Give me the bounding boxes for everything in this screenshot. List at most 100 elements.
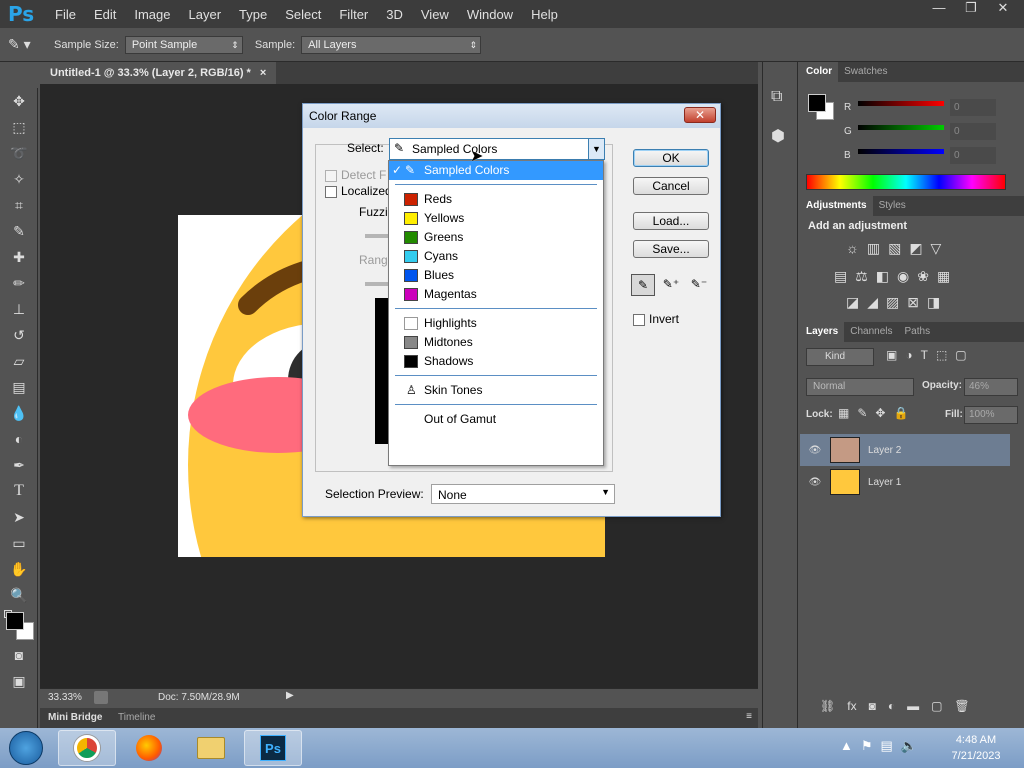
restore-button[interactable]: ❐ [958,0,984,18]
channel-g-slider[interactable] [858,125,944,130]
invert-adjustment-icon[interactable]: ◪ [846,294,859,311]
subtract-from-sample-icon[interactable]: ✎⁻ [687,274,711,296]
photo-filter-icon[interactable]: ◉ [897,268,909,285]
tab-mini-bridge[interactable]: Mini Bridge [48,712,102,723]
clock[interactable]: 4:48 AM 7/21/2023 [938,732,1014,764]
select-dropdown[interactable]: ✎ Sampled Colors ▼ [389,138,605,160]
eyedropper-button-icon[interactable]: ✎ [631,274,655,296]
filter-smart-object-icon[interactable]: ▢ [955,348,966,362]
dropdown-item-reds[interactable]: Reds [389,190,603,209]
gradient-map-icon[interactable]: ⊠ [907,294,919,311]
dodge-tool-icon[interactable]: ◐ [0,426,38,452]
lasso-tool-icon[interactable]: ➰ [0,140,38,166]
opacity-field[interactable]: 46% [964,378,1018,396]
lock-pixels-icon[interactable]: ✎ [857,406,867,420]
color-lookup-icon[interactable]: ▦ [937,268,950,285]
channel-b-slider[interactable] [858,149,944,154]
history-panel-icon[interactable]: ⧉ [771,88,782,106]
delete-layer-icon[interactable]: 🗑 [954,699,969,713]
dropdown-item-shadows[interactable]: Shadows [389,352,603,371]
menu-edit[interactable]: Edit [85,7,125,22]
selection-preview-select[interactable]: None ▼ [431,484,615,504]
sample-size-select[interactable]: Point Sample [124,35,243,54]
dropdown-item-highlights[interactable]: Highlights [389,314,603,333]
3d-panel-icon[interactable]: ⬢ [771,126,785,146]
layer-row-layer-2[interactable]: 👁 Layer 2 [800,434,1010,466]
posterize-icon[interactable]: ◢ [867,294,878,311]
vibrance-icon[interactable]: ▽ [931,240,942,257]
channel-r-value[interactable]: 0 [950,99,996,116]
dropdown-item-out-of-gamut[interactable]: Out of Gamut [389,410,603,429]
brush-tool-icon[interactable]: ✏ [0,270,38,296]
tab-styles[interactable]: Styles [873,196,912,216]
link-layers-icon[interactable]: ⛓ [820,699,835,713]
show-hidden-icons-icon[interactable]: ▲ [840,738,853,754]
clone-stamp-tool-icon[interactable]: ⊥ [0,296,38,322]
menu-view[interactable]: View [412,7,458,22]
eyedropper-preset-icon[interactable]: ✎ ▾ [8,36,48,53]
zoom-level[interactable]: 33.33% [48,692,82,703]
menu-select[interactable]: Select [276,7,330,22]
menu-filter[interactable]: Filter [330,7,377,22]
fuzziness-slider[interactable] [365,234,389,238]
black-white-icon[interactable]: ◧ [876,268,889,285]
channel-b-value[interactable]: 0 [950,147,996,164]
invert-checkbox[interactable] [633,314,645,326]
visibility-eye-icon[interactable]: 👁 [800,445,830,456]
tab-layers[interactable]: Layers [800,322,845,342]
dropdown-item-magentas[interactable]: Magentas [389,285,603,304]
chrome-taskbar-button[interactable] [58,730,116,766]
dialog-close-button[interactable]: ✕ [684,107,716,123]
gradient-tool-icon[interactable]: ▤ [0,374,38,400]
save-button[interactable]: Save... [633,240,709,258]
eyedropper-tool-icon[interactable]: ✎ [0,218,38,244]
add-mask-icon[interactable]: ◙ [869,699,876,713]
lock-all-icon[interactable]: 🔒 [893,406,908,420]
marquee-tool-icon[interactable]: ⬚ [0,114,38,140]
dropdown-item-blues[interactable]: Blues [389,266,603,285]
photoshop-taskbar-button[interactable]: Ps [244,730,302,766]
layer-style-icon[interactable]: fx [847,699,856,713]
path-select-tool-icon[interactable]: ➤ [0,504,38,530]
cancel-button[interactable]: Cancel [633,177,709,195]
channel-g-value[interactable]: 0 [950,123,996,140]
localized-checkbox[interactable] [325,186,337,198]
color-spectrum-bar[interactable] [806,174,1006,190]
dropdown-item-midtones[interactable]: Midtones [389,333,603,352]
threshold-icon[interactable]: ▨ [886,294,899,311]
menu-layer[interactable]: Layer [180,7,231,22]
type-tool-icon[interactable]: T [0,478,38,504]
dropdown-item-cyans[interactable]: Cyans [389,247,603,266]
new-layer-icon[interactable]: ▢ [931,699,942,713]
visibility-eye-icon[interactable]: 👁 [800,477,830,488]
lock-position-icon[interactable]: ✥ [875,406,885,420]
color-balance-icon[interactable]: ⚖ [855,268,868,285]
exposure-icon[interactable]: ◩ [909,240,922,257]
quick-mask-icon[interactable]: ◙ [0,642,38,668]
filter-shape-icon[interactable]: ⬚ [936,348,947,362]
blend-mode-select[interactable]: Normal [806,378,914,396]
panel-menu-icon[interactable]: ≡ [746,711,752,722]
tab-channels[interactable]: Channels [844,322,898,342]
ok-button[interactable]: OK [633,149,709,167]
hue-saturation-icon[interactable]: ▤ [834,268,847,285]
layer-name[interactable]: Layer 2 [868,445,901,456]
menu-type[interactable]: Type [230,7,276,22]
load-button[interactable]: Load... [633,212,709,230]
dropdown-item-yellows[interactable]: Yellows [389,209,603,228]
layer-name[interactable]: Layer 1 [868,477,901,488]
firefox-taskbar-button[interactable] [120,730,178,766]
selective-color-icon[interactable]: ◨ [927,294,940,311]
channel-r-slider[interactable] [858,101,944,106]
filter-adjustment-icon[interactable]: ◑ [905,348,912,362]
menu-window[interactable]: Window [458,7,522,22]
foreground-background-colors[interactable] [0,608,37,642]
layer-filter-select[interactable]: Kind [806,348,874,366]
range-slider[interactable] [365,282,389,286]
menu-file[interactable]: File [46,7,85,22]
tab-color[interactable]: Color [800,62,839,82]
move-tool-icon[interactable]: ✥ [0,88,38,114]
tab-adjustments[interactable]: Adjustments [800,196,873,216]
screen-mode-icon[interactable]: ▣ [0,668,38,694]
quick-select-tool-icon[interactable]: ✧ [0,166,38,192]
